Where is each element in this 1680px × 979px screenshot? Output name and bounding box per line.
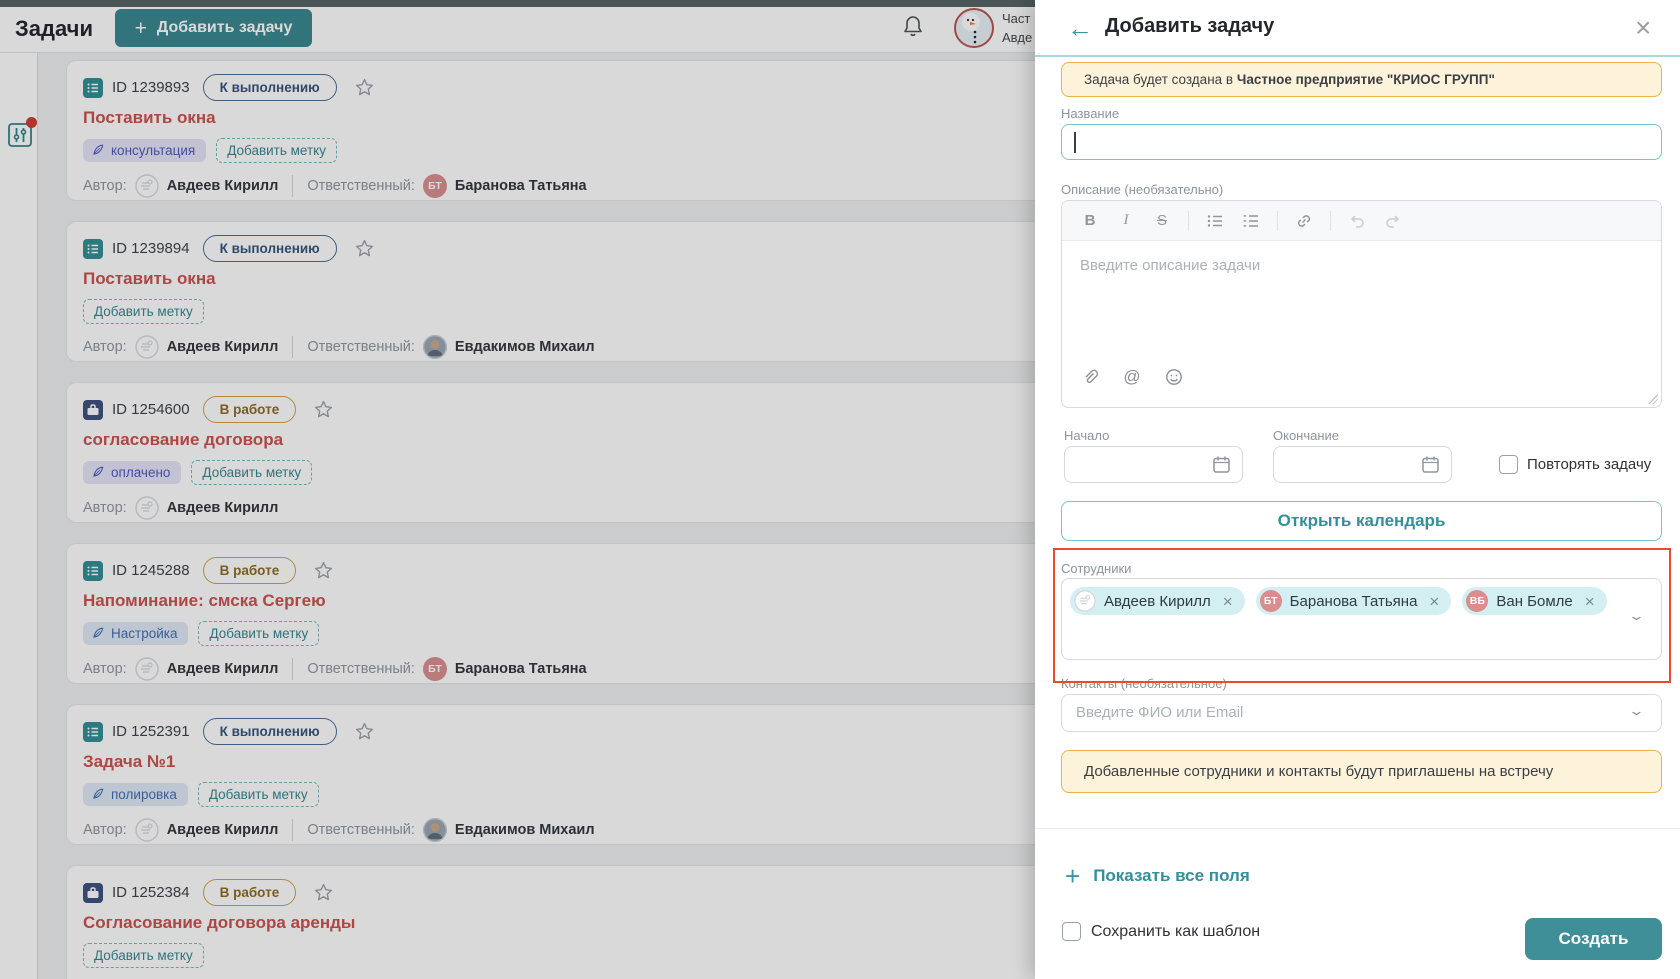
start-date-input[interactable] [1064,446,1243,483]
employee-chip-name: Ван Бомле [1496,592,1573,610]
calendar-icon[interactable] [1212,455,1231,474]
chevron-down-icon[interactable]: ⌄ [1628,608,1645,624]
employee-chip: ВБ Ван Бомле × [1462,587,1607,615]
toolbar-separator [1330,210,1331,231]
org-banner-text: Задача будет создана в Частное предприят… [1084,72,1495,87]
employee-chip: БТ Баранова Татьяна × [1255,587,1452,615]
end-date-label: Окончание [1273,428,1340,443]
redo-icon[interactable] [1383,211,1403,231]
create-button[interactable]: Создать [1525,918,1662,960]
text-caret [1074,132,1076,153]
editor-footer-icons: @ [1080,367,1184,387]
remove-employee-icon[interactable]: × [1223,593,1233,610]
start-date-label: Начало [1064,428,1110,443]
mention-icon[interactable]: @ [1122,367,1142,387]
back-arrow-icon[interactable]: ← [1067,11,1093,45]
chevron-down-icon[interactable]: ⌄ [1628,703,1645,719]
plus-icon: + [1065,861,1081,891]
drawer-title: Добавить задачу [1105,15,1275,37]
description-placeholder: Введите описание задачи [1080,257,1261,274]
name-label: Название [1061,106,1120,121]
employee-chip-name: Авдеев Кирилл [1104,592,1211,610]
contacts-input[interactable]: Введите ФИО или Email [1061,694,1662,732]
org-banner: Задача будет создана в Частное предприят… [1061,62,1662,97]
emoji-icon[interactable] [1164,367,1184,387]
name-input[interactable] [1061,124,1662,160]
description-label: Описание (необязательно) [1061,182,1224,197]
initials-avatar: БТ [1259,590,1282,612]
resize-handle[interactable] [1648,394,1658,404]
close-icon[interactable]: × [1635,11,1651,45]
ordered-list-icon[interactable] [1241,211,1261,231]
invite-banner-text: Добавленные сотрудники и контакты будут … [1084,763,1554,780]
toolbar-separator [1188,210,1189,231]
remove-employee-icon[interactable]: × [1585,593,1595,610]
contacts-placeholder: Введите ФИО или Email [1076,704,1244,721]
app-root: Задачи + Добавить задачу Част Авде ID 12… [0,0,1680,979]
end-date-input[interactable] [1273,446,1452,483]
sketch-avatar [1074,590,1096,612]
editor-toolbar: BIS [1062,201,1661,241]
save-template-checkbox[interactable] [1062,922,1081,941]
calendar-icon[interactable] [1421,455,1440,474]
drawer-header: ← Добавить задачу × [1035,0,1680,57]
attach-icon[interactable] [1080,367,1100,387]
employee-chip-name: Баранова Татьяна [1289,592,1418,610]
repeat-task-label: Повторять задачу [1527,456,1652,473]
toolbar-separator [1277,210,1278,231]
save-template-option: Сохранить как шаблон [1062,922,1260,941]
bullet-list-icon[interactable] [1205,211,1225,231]
save-template-label: Сохранить как шаблон [1091,922,1261,940]
repeat-task-checkbox[interactable] [1499,455,1518,474]
footer-divider [1035,828,1680,829]
show-all-fields-label: Показать все поля [1093,866,1250,885]
repeat-task-option: Повторять задачу [1499,455,1651,474]
strikethrough-icon[interactable]: S [1152,211,1172,231]
open-calendar-button[interactable]: Открыть календарь [1061,501,1662,541]
contacts-label: Контакты (необязательное) [1061,676,1227,691]
undo-icon[interactable] [1347,211,1367,231]
italic-icon[interactable]: I [1116,211,1136,231]
invite-banner: Добавленные сотрудники и контакты будут … [1061,750,1662,793]
remove-employee-icon[interactable]: × [1429,593,1439,610]
link-icon[interactable] [1294,211,1314,231]
bold-icon[interactable]: B [1080,211,1100,231]
employees-multiselect[interactable]: Авдеев Кирилл × БТ Баранова Татьяна × ВБ Ван Б… [1061,578,1662,660]
employees-label: Сотрудники [1061,561,1132,576]
employee-chip: Авдеев Кирилл × [1070,587,1245,615]
description-editor[interactable]: BIS Введите описание задачи @ [1061,200,1662,408]
add-task-drawer: ← Добавить задачу × Задача будет создана… [1035,0,1680,979]
employee-chips: Авдеев Кирилл × БТ Баранова Татьяна × ВБ Ван Б… [1070,587,1653,615]
initials-avatar: ВБ [1466,590,1489,612]
show-all-fields-button[interactable]: + Показать все поля [1065,863,1250,889]
